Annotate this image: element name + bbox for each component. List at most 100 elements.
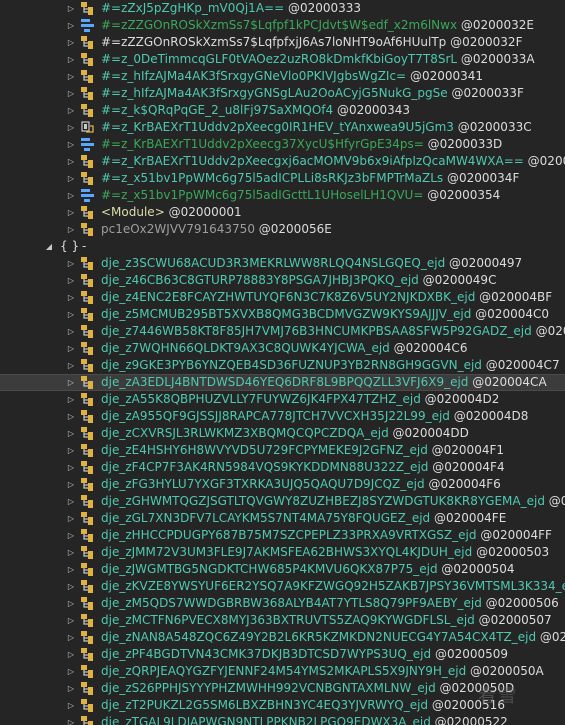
- collapsed-arrow-icon[interactable]: ▷: [66, 493, 76, 510]
- collapsed-arrow-icon[interactable]: ▷: [66, 340, 76, 357]
- tree-row[interactable]: ▷ dje_zCXVRSJL3RLWKMZ3XBQMQCQPCZDQA_ejd …: [0, 425, 565, 442]
- collapsed-arrow-icon[interactable]: ▷: [66, 714, 76, 725]
- collapsed-arrow-icon[interactable]: ▷: [66, 272, 76, 289]
- collapsed-arrow-icon[interactable]: ▷: [66, 119, 76, 136]
- collapsed-arrow-icon[interactable]: ▷: [66, 102, 76, 119]
- collapsed-arrow-icon[interactable]: ▷: [66, 612, 76, 629]
- tree-row[interactable]: ▷ dje_zPF4BGDTVN43CMK37DKJB3DTCSD7WYPS3U…: [0, 646, 565, 663]
- collapsed-arrow-icon[interactable]: ▷: [66, 255, 76, 272]
- tree-row[interactable]: ▷ #=z_hIfzAJMa4AK3fSrxgyGNSgLAu2OoACyjG5…: [0, 85, 565, 102]
- tree-row[interactable]: ▷ dje_zJMM72V3UM3FLE9J7AKMSFEA62BHWS3XYQ…: [0, 544, 565, 561]
- collapsed-arrow-icon[interactable]: ▷: [66, 425, 76, 442]
- metadata-token: @0200033A: [460, 52, 535, 66]
- tree-row[interactable]: ▷ #=z_k$QRqPqGE_2_u8lFj97SaXMQOf4 @02000…: [0, 102, 565, 119]
- tree-row[interactable]: ▷ dje_zM5QDS7WWDGBRBW368ALYB4AT7YTLS8Q79…: [0, 595, 565, 612]
- tree-row[interactable]: ▷ dje_zKVZE8YWSYUF6ER2YSQ7A9KFZWGQ92H5ZA…: [0, 578, 565, 595]
- collapsed-arrow-icon[interactable]: ▷: [66, 510, 76, 527]
- collapsed-arrow-icon[interactable]: ▷: [66, 442, 76, 459]
- collapsed-arrow-icon[interactable]: ▷: [66, 357, 76, 374]
- tree-row[interactable]: ▷ dje_zGL7XN3DFV7LCAYKM5S7NT4MA75Y8FQUGE…: [0, 510, 565, 527]
- tree-row[interactable]: ▷ dje_zHHCCPDUGPY687B75M7SZCPEPLZ33PRXA9…: [0, 527, 565, 544]
- type-label: dje_zGHWMTQGZJSGTLTQVGWY8ZUZHBEZJ8SYZWDG…: [101, 493, 565, 510]
- class-icon: [80, 460, 95, 475]
- collapsed-arrow-icon[interactable]: ▷: [66, 629, 76, 646]
- tree-row[interactable]: ▷ <Module> @02000001: [0, 204, 565, 221]
- tree-row[interactable]: ▷ #=z_x51bv1PpWMc6g75l5adICPLLi8sRKJz3bF…: [0, 170, 565, 187]
- tree-row[interactable]: ▷ #=z_KrBAEXrT1Uddv2pXeecg37XycU$HfyrGpE…: [0, 136, 565, 153]
- type-label: dje_zM5QDS7WWDGBRBW368ALYB4AT7YTLS8Q79PF…: [101, 595, 559, 612]
- collapsed-arrow-icon[interactable]: ▷: [66, 663, 76, 680]
- metadata-token: @020004F6: [428, 477, 501, 491]
- collapsed-arrow-icon[interactable]: ▷: [66, 459, 76, 476]
- collapsed-arrow-icon[interactable]: ▷: [66, 136, 76, 153]
- collapsed-arrow-icon[interactable]: ▷: [66, 323, 76, 340]
- tree-row[interactable]: ▷ dje_zA3EDLJ4BNTDWSD46YEQ6DRF8L9BPQQZLL…: [0, 374, 565, 391]
- collapsed-arrow-icon[interactable]: ▷: [66, 646, 76, 663]
- tree-row[interactable]: ▷ #=z_0DeTimmcqGLF0tVAOez2uzRO8kDmkfKbiG…: [0, 51, 565, 68]
- tree-row[interactable]: ▷ dje_z9GKE3PYB6YNZQEB4SD36FUZNUP3YB2RN8…: [0, 357, 565, 374]
- tree-row[interactable]: ▷ dje_zTGAL9LDJAPWGN9NTLPPKNB2LPGQ9EDWX3…: [0, 714, 565, 725]
- collapsed-arrow-icon[interactable]: ▷: [66, 34, 76, 51]
- tree-row[interactable]: ▷ dje_zJWGMTBG5NGDKTCHW685P4KMVU6QKX87P7…: [0, 561, 565, 578]
- collapsed-arrow-icon[interactable]: ▷: [66, 187, 76, 204]
- collapsed-arrow-icon[interactable]: ▷: [66, 578, 76, 595]
- collapsed-arrow-icon[interactable]: ▷: [66, 561, 76, 578]
- tree-row[interactable]: ▷ dje_z4ENC2E8FCAYZHWTUYQF6N3C7K8Z6V5UY2…: [0, 289, 565, 306]
- collapsed-arrow-icon[interactable]: ▷: [66, 476, 76, 493]
- type-name: dje_zJMM72V3UM3FLE9J7AKMSFEA62BHWS3XYQL4…: [101, 545, 473, 559]
- collapsed-arrow-icon[interactable]: ▷: [66, 697, 76, 714]
- type-label: dje_zT2PUKZL2G5SM6LBXZBHN3YC4EQ3YJVRWYQ_…: [101, 697, 505, 714]
- tree-row[interactable]: ▷ #=zZZGOnROSkXzmSs7$Lqfpf1kPCJdvt$W$edf…: [0, 17, 565, 34]
- metadata-token: @0200033F: [451, 86, 524, 100]
- tree-row[interactable]: ▷ #=zZZGOnROSkXzmSs7$LqfpfxjJ6As7loNHT9o…: [0, 34, 565, 51]
- collapsed-arrow-icon[interactable]: ▷: [66, 0, 76, 17]
- tree-row[interactable]: ▷ #=z_KrBAEXrT1Uddv2pXeecgxj6acMOMV9b6x9…: [0, 153, 565, 170]
- collapsed-arrow-icon[interactable]: ▷: [66, 85, 76, 102]
- type-name: dje_z7WQHN66QLDKT9AX3C8QUWK4YJCWA_ejd: [101, 341, 390, 355]
- tree-row[interactable]: ▷ dje_zNAN8A548ZQC6Z49Y2B2L6KR5KZMKDN2NU…: [0, 629, 565, 646]
- metadata-token: @02000507: [478, 613, 552, 627]
- collapsed-arrow-icon[interactable]: ▷: [66, 595, 76, 612]
- tree-row[interactable]: ▷ pc1eOx2WJVV791643750 @0200056E: [0, 221, 565, 238]
- tree-row[interactable]: ▷ dje_z5MCMUB295BT5XVXB8QMG3BCDMVGZW9KYS…: [0, 306, 565, 323]
- collapsed-arrow-icon[interactable]: ▷: [66, 391, 76, 408]
- collapsed-arrow-icon[interactable]: ▷: [66, 306, 76, 323]
- namespace-row[interactable]: ◢ { } -: [0, 238, 565, 255]
- tree-row[interactable]: ▷ #=zZxJ5pZgHKp_mV0Qj1A== @02000333: [0, 0, 565, 17]
- metadata-token: @0200049C: [422, 273, 497, 287]
- collapsed-arrow-icon[interactable]: ▷: [66, 289, 76, 306]
- collapsed-arrow-icon[interactable]: ▷: [66, 51, 76, 68]
- tree-row[interactable]: ▷ #=z_x51bv1PpWMc6g75l5adIGcttL1UHoselLH…: [0, 187, 565, 204]
- collapsed-arrow-icon[interactable]: ▷: [66, 544, 76, 561]
- collapsed-arrow-icon[interactable]: ▷: [66, 204, 76, 221]
- tree-row[interactable]: ▷ dje_z46CB63C8GTURP78883Y8PSGA7JHBJ3PQK…: [0, 272, 565, 289]
- collapsed-arrow-icon[interactable]: ▷: [66, 527, 76, 544]
- tree-row[interactable]: ▷ dje_zE4HSHY6H8WVYVD5U729FCPYMEKE9J2GFN…: [0, 442, 565, 459]
- tree-row[interactable]: ▷ dje_zF4CP7F3AK4RN5984VQS9KYKDDMN88U322…: [0, 459, 565, 476]
- collapsed-arrow-icon[interactable]: ▷: [66, 680, 76, 697]
- tree-row[interactable]: ▷ #=z_KrBAEXrT1Uddv2pXeecg0IR1HEV_tYAnxw…: [0, 119, 565, 136]
- collapsed-arrow-icon[interactable]: ▷: [66, 17, 76, 34]
- tree-row[interactable]: ▷ dje_z7446WB58KT8F85JH7VMJ76B3HNCUMKPBS…: [0, 323, 565, 340]
- tree-row[interactable]: ▷ dje_zGHWMTQGZJSGTLTQVGWY8ZUZHBEZJ8SYZW…: [0, 493, 565, 510]
- tree-row[interactable]: ▷ dje_zMCTFN6PVECX8MYJ363BXTRUVTS5ZAQ9KY…: [0, 612, 565, 629]
- metadata-token: @0200032F: [450, 35, 523, 49]
- tree-row[interactable]: ▷ dje_z3SCWU68ACUD3R3MEKRLWW8RLQQ4NSLGQE…: [0, 255, 565, 272]
- tree-row[interactable]: ▷ dje_zA55K8QBPHUZVLLY7FUYWZ6JK4FPX47TZH…: [0, 391, 565, 408]
- collapsed-arrow-icon[interactable]: ▷: [66, 374, 76, 391]
- collapsed-arrow-icon[interactable]: ▷: [66, 221, 76, 238]
- enum-icon: [80, 188, 95, 203]
- tree-row[interactable]: ▷ dje_zA955QF9GJSSJJ8RAPCA778JTCH7VVCXH3…: [0, 408, 565, 425]
- tree-row[interactable]: ▷ dje_zFG3HYLU7YXGF3TXRKA3UJQ5QAQU7D9JCQ…: [0, 476, 565, 493]
- expanded-arrow-icon[interactable]: ◢: [44, 238, 54, 255]
- collapsed-arrow-icon[interactable]: ▷: [66, 68, 76, 85]
- tree-row[interactable]: ▷ dje_z7WQHN66QLDKT9AX3C8QUWK4YJCWA_ejd …: [0, 340, 565, 357]
- collapsed-arrow-icon[interactable]: ▷: [66, 408, 76, 425]
- class-icon: [80, 613, 95, 628]
- collapsed-arrow-icon[interactable]: ▷: [66, 153, 76, 170]
- collapsed-arrow-icon[interactable]: ▷: [66, 170, 76, 187]
- tree-row[interactable]: ▷ #=z_hIfzAJMa4AK3fSrxgyGNeVlo0PKIVJgbsW…: [0, 68, 565, 85]
- tree-row[interactable]: ▷ dje_zQRPJEAQYGZFYJENNF24M54YMS2MKAPLS5…: [0, 663, 565, 680]
- type-name: #=z_hIfzAJMa4AK3fSrxgyGNSgLAu2OoACyjG5Nu…: [101, 86, 448, 100]
- type-name: dje_zHHCCPDUGPY687B75M7SZCPEPLZ33PRXA9VR…: [101, 528, 477, 542]
